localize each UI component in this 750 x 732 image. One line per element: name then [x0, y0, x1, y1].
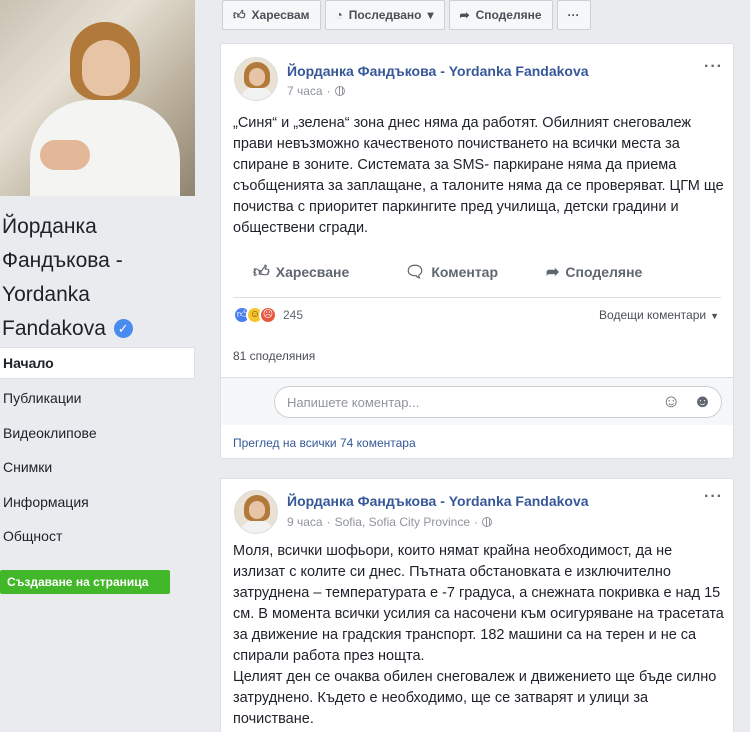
follow-button[interactable]: ◔ Последвано ▾: [324, 0, 445, 30]
comment-input[interactable]: [274, 386, 722, 418]
page-title-line: Йорданка: [2, 215, 97, 238]
page-like-label: Харесвам: [251, 8, 310, 22]
create-page-button[interactable]: Създаване на страница: [0, 570, 170, 594]
avatar-face: [249, 68, 265, 86]
page-title-line: Фандъкова -: [2, 249, 123, 272]
comment-button[interactable]: 🗨︎ Коментар: [405, 254, 546, 290]
dot-separator: ·: [326, 84, 331, 98]
post-timestamp[interactable]: 7 часа: [287, 84, 323, 98]
share-count-link[interactable]: 81 споделяния: [233, 349, 315, 363]
emoji-icon[interactable]: ☺: [662, 392, 680, 410]
like-button[interactable]: 👍︎ Харесване: [253, 254, 405, 290]
commenter-avatar: [234, 386, 266, 418]
comment-sort-label: Водещи коментари: [599, 308, 707, 322]
post-card: Йорданка Фандъкова - Yordanka Fandakova …: [220, 478, 734, 732]
author-avatar[interactable]: [234, 490, 278, 534]
rss-icon: ◔: [335, 8, 343, 22]
view-all-comments-link[interactable]: Преглед на всички 74 коментара: [233, 436, 416, 450]
speech-bubble-icon: 🗨︎: [405, 264, 426, 281]
divider: [233, 297, 721, 298]
more-options-icon: ···: [567, 8, 580, 22]
avatar-body: [239, 86, 275, 100]
author-avatar[interactable]: [234, 57, 278, 101]
page-action-bar: 👍︎ Харесвам ◔ Последвано ▾ ➦ Споделяне ·…: [222, 0, 591, 30]
photo-hand: [40, 140, 90, 170]
thumbs-up-icon: 👍︎: [233, 7, 246, 22]
nav-item-community[interactable]: Общност: [0, 519, 195, 554]
avatar-body: [239, 519, 275, 533]
page-sidebar: Йорданка Фандъкова - Yordanka Fandakova …: [0, 0, 205, 732]
nav-item-posts[interactable]: Публикации: [0, 381, 195, 416]
sticker-icon[interactable]: ☻: [693, 392, 712, 410]
page-share-button[interactable]: ➦ Споделяне: [448, 0, 553, 30]
page-share-label: Споделяне: [475, 8, 542, 22]
post-text: „Синя“ и „зелена“ зона днес няма да рабо…: [233, 115, 724, 236]
post-menu-icon[interactable]: ···: [704, 58, 723, 76]
comment-label: Коментар: [431, 264, 499, 280]
post-author-link[interactable]: Йорданка Фандъкова - Yordanka Fandakova: [287, 63, 589, 79]
post-location[interactable]: Sofia, Sofia City Province: [335, 515, 470, 529]
page-title-line: Yordanka: [2, 283, 90, 306]
post-timestamp[interactable]: 9 часа: [287, 515, 323, 529]
comment-sort-dropdown[interactable]: Водещи коментари ▼: [599, 308, 719, 322]
avatar-face: [249, 501, 265, 519]
globe-icon: [334, 86, 345, 96]
photo-face: [82, 40, 130, 96]
thumbs-up-icon: 👍︎: [253, 263, 270, 281]
verified-check-icon: ✓: [113, 319, 133, 338]
angry-reaction-icon: ☹: [259, 306, 277, 324]
page-title-line: Fandakova ✓: [2, 312, 202, 346]
chevron-down-icon: ▾: [427, 8, 434, 22]
nav-item-photos[interactable]: Снимки: [0, 450, 195, 485]
reaction-count: 245: [283, 308, 304, 322]
page-nav: Начало Публикации Видеоклипове Снимки Ин…: [0, 347, 195, 554]
post-card: Йорданка Фандъкова - Yordanka Fandakova …: [220, 43, 734, 459]
caret-down-icon: ▼: [710, 311, 719, 321]
reactions-summary[interactable]: 👍︎ ☺ ☹ 245: [233, 306, 303, 324]
post-actions: 👍︎ Харесване 🗨︎ Коментар ➦ Споделяне: [221, 254, 733, 290]
share-arrow-icon: ➦: [459, 8, 470, 22]
comment-composer: ☺ ☻: [221, 377, 733, 425]
post-author-link[interactable]: Йорданка Фандъкова - Yordanka Fandakova: [287, 493, 589, 509]
profile-photo[interactable]: [0, 0, 195, 196]
nav-item-videos[interactable]: Видеоклипове: [0, 416, 195, 451]
like-label: Харесване: [275, 264, 350, 280]
post-meta: 7 часа ·: [287, 84, 345, 98]
post-menu-icon[interactable]: ···: [704, 488, 723, 506]
page-like-button[interactable]: 👍︎ Харесвам: [222, 0, 321, 30]
page-title[interactable]: Йорданка Фандъкова - Yordanka Fandakova …: [2, 210, 202, 346]
globe-icon: [482, 517, 493, 527]
nav-item-about[interactable]: Информация: [0, 485, 195, 520]
dot-separator: ·: [326, 515, 331, 529]
share-button[interactable]: ➦ Споделяне: [546, 254, 686, 290]
share-label: Споделяне: [565, 264, 643, 280]
post-text: Моля, всички шофьори, които нямат крайна…: [233, 543, 724, 727]
dot-separator: ·: [474, 515, 479, 529]
follow-label: Последвано: [348, 8, 422, 22]
share-arrow-icon: ➦: [546, 264, 560, 281]
nav-item-home[interactable]: Начало: [0, 347, 195, 379]
post-meta: 9 часа · Sofia, Sofia City Province ·: [287, 515, 493, 529]
more-options-button[interactable]: ···: [556, 0, 591, 30]
